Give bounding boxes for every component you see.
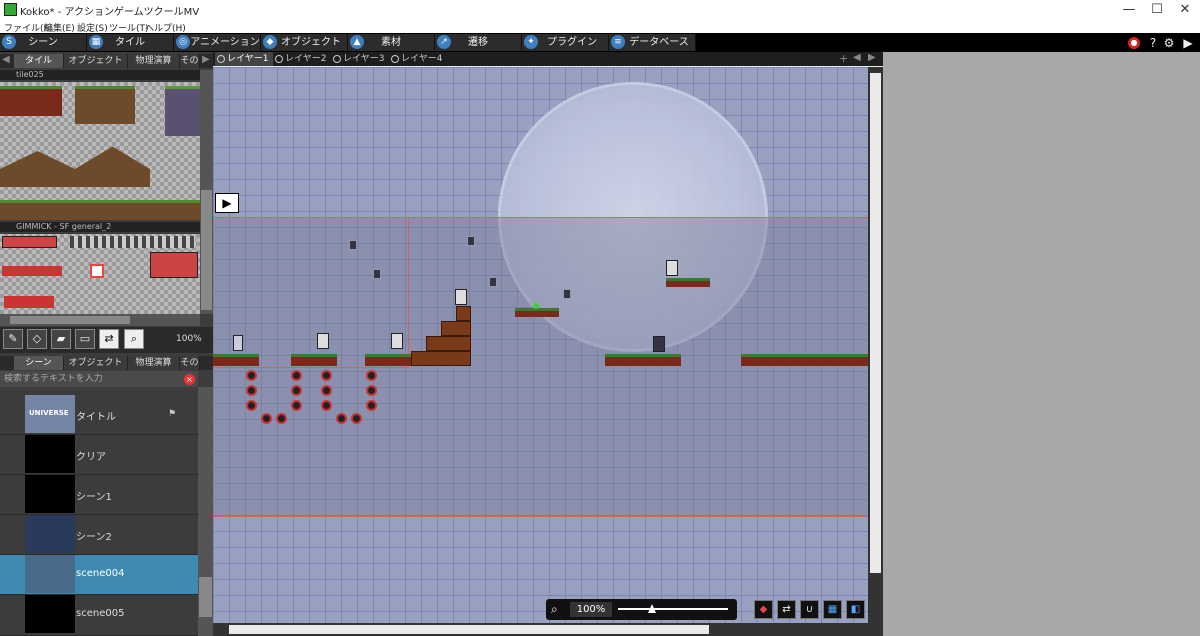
close-button[interactable]: ✕ xyxy=(1168,0,1200,20)
select-rect-icon[interactable]: ▭ xyxy=(75,329,95,349)
canvas-scrollbar-horizontal[interactable] xyxy=(213,623,883,636)
camera-icon[interactable]: ▶ xyxy=(215,193,239,213)
scene-canvas[interactable]: ▶ xyxy=(213,67,868,623)
scene-thumb-title: UNIVERSE xyxy=(29,409,69,417)
fill-icon[interactable]: ▰ xyxy=(51,329,71,349)
scene-label: シーン2 xyxy=(76,532,112,543)
layer-tab-2[interactable]: レイヤー2 xyxy=(273,52,331,66)
toolbar-tile-button[interactable]: ▦ タイル xyxy=(87,34,174,51)
play-icon[interactable]: ▶ xyxy=(1181,36,1195,50)
scene-label: クリア xyxy=(76,452,106,463)
draw-tool-row: ✎ ◇ ▰ ▭ ⇄ ⌕ 100% xyxy=(0,327,213,353)
layer-tab-1[interactable]: レイヤー1 xyxy=(215,52,273,66)
copy-icon[interactable]: ⇄ xyxy=(777,600,796,619)
brush-icon[interactable]: ◆ xyxy=(754,600,773,619)
toolbar-plugin-button[interactable]: ✦ プラグイン xyxy=(522,34,609,51)
animation-icon: ◎ xyxy=(176,35,190,49)
tile-tabs: ◀ タイル オブジェクト 物理演算 その ▶ xyxy=(0,54,213,68)
eye-icon[interactable] xyxy=(217,55,225,63)
copy-icon[interactable]: ⇄ xyxy=(99,329,119,349)
palette-scrollbar[interactable] xyxy=(200,70,213,314)
layer-prev-icon[interactable]: ◀ xyxy=(853,52,861,63)
pen-icon[interactable]: ✎ xyxy=(3,329,23,349)
search-input[interactable]: 検索するテキストを入力 xyxy=(0,371,198,387)
tileset-palette[interactable] xyxy=(0,82,200,220)
tab-scene-physics[interactable]: 物理演算 xyxy=(128,356,180,370)
tab-scene-object[interactable]: オブジェクト xyxy=(64,356,128,370)
tab-scene[interactable]: シーン xyxy=(14,356,64,370)
scene-list-scrollbar[interactable] xyxy=(198,387,213,636)
grid-icon[interactable]: ▦ xyxy=(823,600,842,619)
scene-list-item[interactable]: scene005 xyxy=(0,595,198,636)
tileset-header[interactable]: tile025 xyxy=(0,70,200,80)
zoom-value[interactable]: 100% xyxy=(570,602,612,617)
start-flag-icon: ⚑ xyxy=(168,409,177,419)
zoom-slider[interactable] xyxy=(618,608,728,610)
right-panel xyxy=(883,52,1200,636)
tab-tile[interactable]: タイル xyxy=(14,54,64,68)
scene-bounds xyxy=(213,217,868,517)
gimmick-palette[interactable] xyxy=(0,234,200,314)
add-layer-icon[interactable]: + xyxy=(839,52,848,65)
scene-label: scene005 xyxy=(76,608,125,619)
clear-icon[interactable]: × xyxy=(184,374,195,385)
tab-scene-other[interactable]: その xyxy=(180,356,200,370)
layer-tab-4[interactable]: レイヤー4 xyxy=(389,52,447,66)
scene-list-item-selected[interactable]: scene004 xyxy=(0,555,198,595)
toolbar-database-button[interactable]: ≡ データベース xyxy=(609,34,696,51)
tab-physics[interactable]: 物理演算 xyxy=(128,54,180,68)
tab-next-icon[interactable]: ▶ xyxy=(202,54,210,65)
scene-label: タイトル xyxy=(76,412,116,423)
tab-other[interactable]: その xyxy=(180,54,200,68)
scene-list-item[interactable]: シーン1 xyxy=(0,475,198,515)
eye-icon[interactable] xyxy=(275,55,283,63)
gear-icon[interactable]: ⚙ xyxy=(1162,36,1176,50)
toolbar-animation-button[interactable]: ◎ アニメーション xyxy=(174,34,261,51)
help-icon[interactable]: ? xyxy=(1146,36,1160,50)
tab-object[interactable]: オブジェクト xyxy=(64,54,128,68)
scene-label: scene004 xyxy=(76,568,125,579)
layer-tabs: レイヤー1 レイヤー2 レイヤー3 レイヤー4 + ◀ ▶ xyxy=(213,52,883,66)
toolbar-transition-button[interactable]: ↗ 遷移 xyxy=(435,34,522,51)
scene-list-item[interactable]: UNIVERSE タイトル ⚑ xyxy=(0,395,198,435)
toolbar-object-button[interactable]: ◆ オブジェクト xyxy=(261,34,348,51)
main-toolbar: S シーン ▦ タイル ◎ アニメーション ◆ オブジェクト ▲ 素材 ↗ 遷移 ✦ プラグイ… xyxy=(0,33,1200,52)
magnet-icon[interactable]: ∪ xyxy=(800,600,819,619)
gimmick-header[interactable]: GIMMICK - SF general_2 xyxy=(0,222,200,232)
scene-list-item[interactable]: クリア xyxy=(0,435,198,475)
eraser-icon[interactable]: ◇ xyxy=(27,329,47,349)
zoom-icon[interactable]: ⌕ xyxy=(124,329,144,349)
record-icon[interactable]: ● xyxy=(1128,37,1140,49)
view-icon[interactable]: ◧ xyxy=(846,600,865,619)
palette-hscrollbar[interactable] xyxy=(0,314,200,326)
tab-prev-icon[interactable]: ◀ xyxy=(2,54,10,65)
menu-bar: ファイル(F) 編集(E) 設定(S) ツール(T) ヘルプ(H) xyxy=(0,20,1200,34)
eye-icon[interactable] xyxy=(333,55,341,63)
palette-zoom: 100% xyxy=(176,334,202,344)
layer-next-icon[interactable]: ▶ xyxy=(868,52,876,63)
layer-tab-3[interactable]: レイヤー3 xyxy=(331,52,389,66)
window-title: Kokko* - アクションゲームツクールMV xyxy=(20,7,200,18)
zoom-icon: ⌕ xyxy=(551,602,558,616)
title-bar: Kokko* - アクションゲームツクールMV — ☐ ✕ xyxy=(0,0,1200,20)
app-icon xyxy=(4,3,17,16)
scene-list-item[interactable]: シーン2 xyxy=(0,515,198,555)
toolbar-scene-button[interactable]: S シーン xyxy=(0,34,87,51)
toolbar-material-button[interactable]: ▲ 素材 xyxy=(348,34,435,51)
eye-icon[interactable] xyxy=(391,55,399,63)
scene-tabs: シーン オブジェクト 物理演算 その xyxy=(0,356,213,370)
canvas-scrollbar-vertical[interactable] xyxy=(868,67,883,623)
scene-label: シーン1 xyxy=(76,492,112,503)
